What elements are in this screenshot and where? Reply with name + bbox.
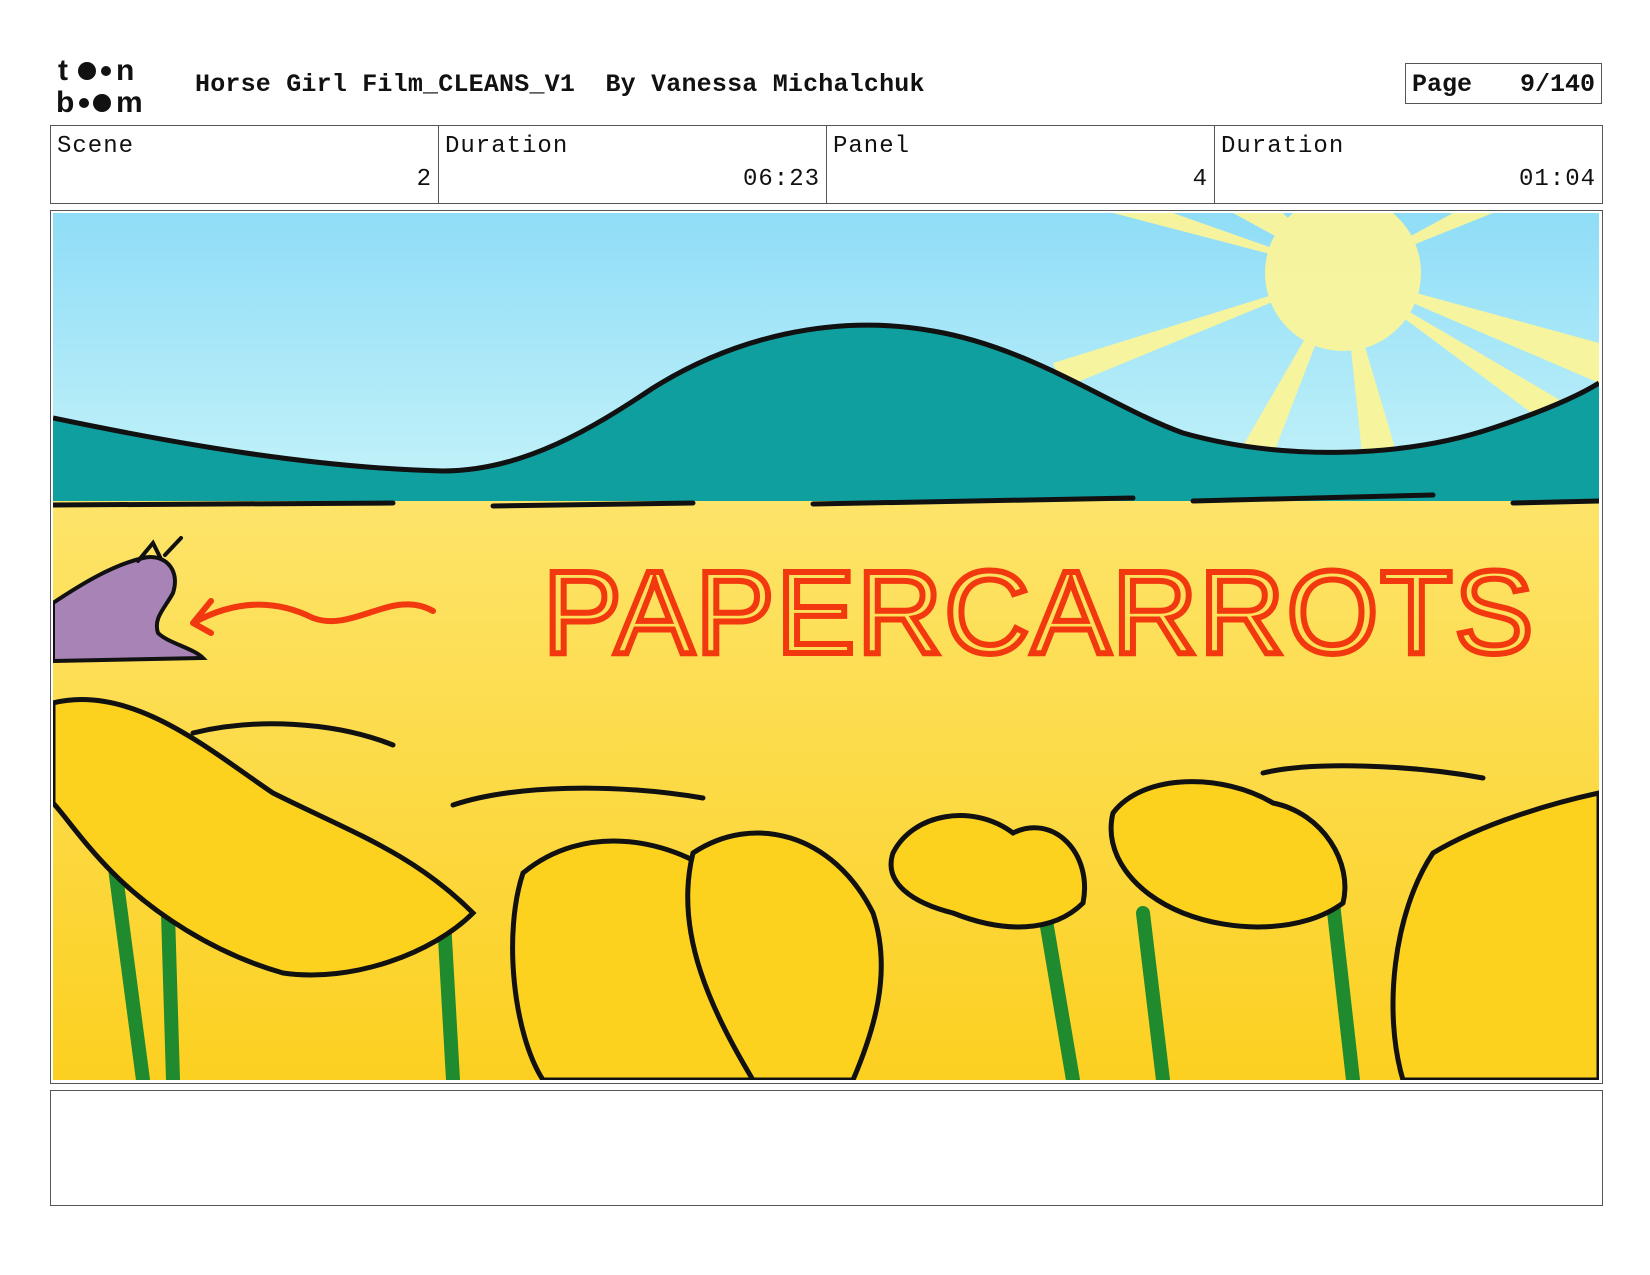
panel-artwork: PAPERCARROTS (53, 213, 1599, 1080)
panel-duration-cell: Duration 01:04 (1215, 126, 1602, 203)
document-title: Horse Girl Film_CLEANS_V1 By Vanessa Mic… (195, 70, 925, 99)
caption-text: PAPERCARROTS (543, 547, 1535, 679)
scene-label: Scene (57, 133, 135, 160)
panel-notes (50, 1090, 1603, 1206)
page-number: 9/140 (1519, 70, 1595, 99)
storyboard-panel: PAPERCARROTS (50, 210, 1603, 1084)
scene-duration-label: Duration (445, 133, 569, 160)
svg-text:n: n (116, 54, 134, 87)
scene-duration-cell: Duration 06:23 (439, 126, 827, 203)
toonboom-logo: t n b m (56, 54, 143, 116)
scene-cell: Scene 2 (51, 126, 439, 203)
scene-info-table: Scene 2 Duration 06:23 Panel 4 Duration … (50, 125, 1603, 204)
panel-duration-value: 01:04 (1518, 166, 1596, 193)
page-label: Page (1412, 70, 1473, 99)
scene-value: 2 (416, 166, 432, 193)
scene-duration-value: 06:23 (742, 166, 820, 193)
panel-cell: Panel 4 (827, 126, 1215, 203)
svg-text:t: t (58, 54, 68, 87)
panel-label: Panel (833, 133, 911, 160)
panel-value: 4 (1192, 166, 1208, 193)
svg-text:b: b (56, 86, 74, 116)
page-indicator: Page 9/140 (1405, 63, 1602, 104)
svg-text:m: m (116, 86, 143, 116)
panel-duration-label: Duration (1221, 133, 1345, 160)
